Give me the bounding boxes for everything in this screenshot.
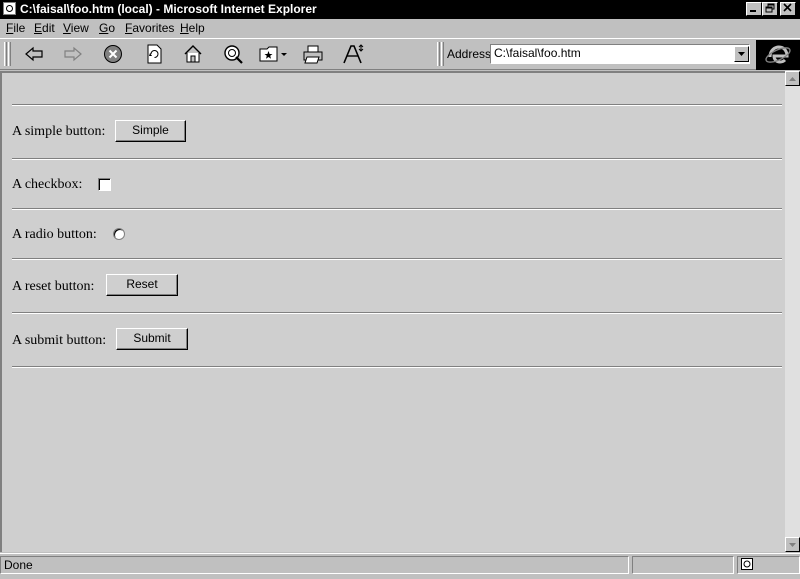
simple-button[interactable]: Simple [115,120,186,142]
menu-file[interactable]: File [6,21,25,35]
horizontal-rule [12,258,782,260]
status-text: Done [0,556,629,574]
radio-button[interactable] [113,228,125,240]
restore-icon [765,3,775,13]
address-grip-2[interactable] [441,42,444,66]
reset-button[interactable]: Reset [106,274,178,296]
simple-button-label: A simple button: [12,124,106,139]
home-button[interactable] [181,43,205,65]
search-icon [224,45,243,64]
print-icon [303,45,323,64]
ie-page-icon[interactable] [3,2,16,15]
menu-favorites[interactable]: Favorites [125,21,174,35]
status-bar: Done [0,553,800,579]
back-button[interactable] [22,43,46,65]
ie-throbber[interactable] [756,40,800,70]
menu-edit[interactable]: Edit [34,21,55,35]
status-progress-panel [632,556,734,574]
checkbox[interactable] [98,178,111,191]
page-content[interactable]: A simple button: Simple A checkbox: A ra… [0,71,785,552]
address-label: Address [447,47,492,61]
status-zone-panel [737,556,800,574]
address-input[interactable]: C:\faisal\foo.htm [490,44,750,64]
forward-button[interactable] [61,43,85,65]
favorites-button[interactable] [258,43,290,65]
forward-icon [64,46,82,62]
back-icon [25,46,43,62]
font-icon [343,44,364,64]
refresh-icon [147,44,162,64]
window-title: C:\faisal\foo.htm (local) - Microsoft In… [20,2,317,16]
reset-button-label: A reset button: [12,279,95,294]
checkbox-label: A checkbox: [12,177,83,192]
horizontal-rule [12,158,782,160]
address-grip[interactable] [437,42,440,66]
restore-button[interactable] [762,2,778,16]
refresh-button[interactable] [142,43,166,65]
menu-go[interactable]: Go [99,21,115,35]
horizontal-rule [12,312,782,314]
toolbar-grip-2[interactable] [8,42,11,66]
toolbar: Address C:\faisal\foo.htm [0,38,800,70]
scroll-up-button[interactable] [785,71,800,86]
scroll-down-button[interactable] [785,537,800,552]
search-button[interactable] [221,43,245,65]
submit-button[interactable]: Submit [116,328,188,350]
horizontal-rule [12,208,782,210]
minimize-icon [750,10,756,12]
toolbar-grip[interactable] [4,42,7,66]
arrow-up-icon [789,76,796,81]
arrow-down-icon [789,542,796,547]
menu-view[interactable]: View [63,21,89,35]
stop-button[interactable] [101,43,125,65]
menu-help[interactable]: Help [180,21,205,35]
menu-bar: File Edit View Go Favorites Help [0,19,800,38]
local-zone-icon [741,558,753,570]
chevron-down-icon [737,51,745,56]
home-icon [184,45,202,63]
font-button[interactable] [341,43,365,65]
print-button[interactable] [301,43,325,65]
vertical-scrollbar[interactable] [785,71,800,552]
address-dropdown-button[interactable] [734,46,749,62]
favorites-icon [259,46,287,62]
horizontal-rule [12,104,782,106]
submit-button-label: A submit button: [12,333,107,348]
minimize-button[interactable] [746,2,762,16]
close-button[interactable] [780,2,796,16]
title-bar[interactable]: C:\faisal\foo.htm (local) - Microsoft In… [0,0,800,19]
close-icon [783,3,792,12]
stop-icon [104,45,122,63]
radio-button-label: A radio button: [12,227,97,242]
ie-logo-icon [765,45,791,64]
horizontal-rule [12,366,782,368]
